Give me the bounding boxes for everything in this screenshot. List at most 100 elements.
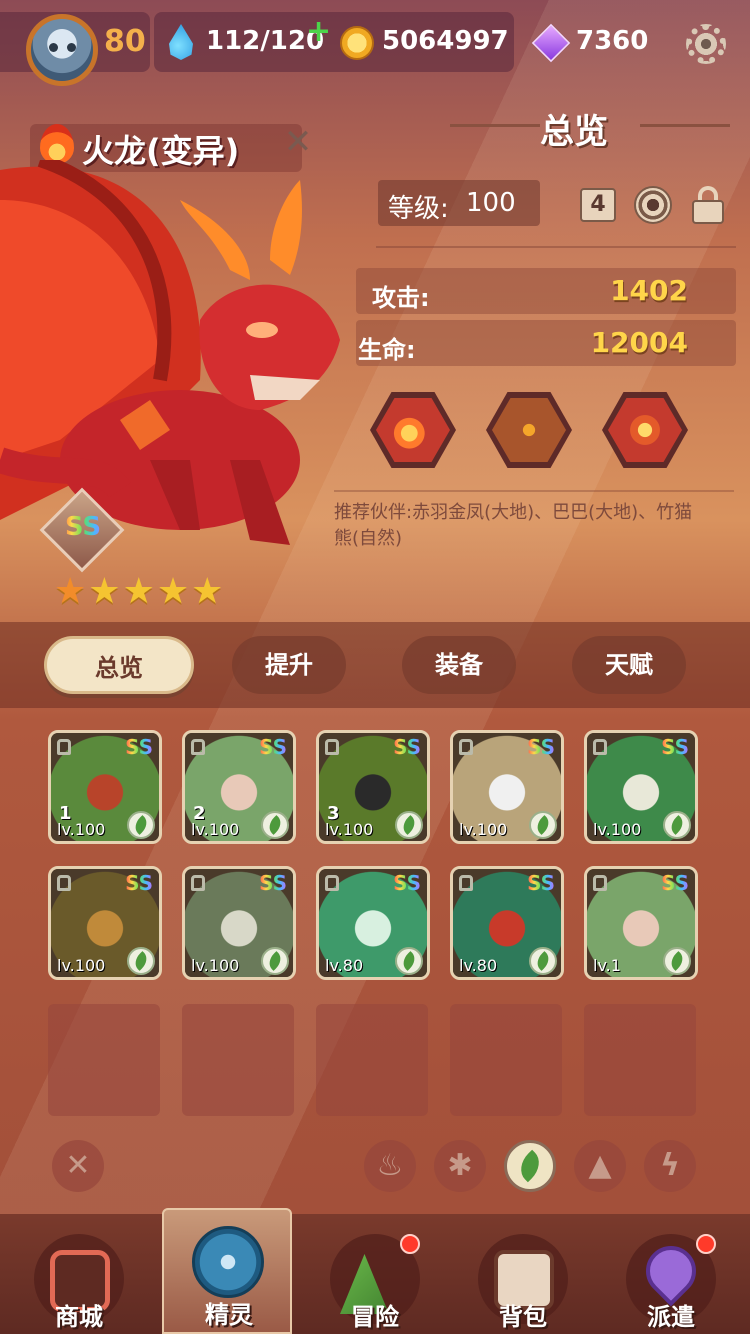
rank-text: SS bbox=[259, 871, 287, 895]
nature-element-icon bbox=[395, 811, 423, 839]
spirit-card[interactable]: SS lv.100 bbox=[584, 730, 698, 844]
nature-element-icon bbox=[127, 947, 155, 975]
empty-spirit-slot[interactable] bbox=[584, 1004, 696, 1116]
nature-element-icon bbox=[663, 947, 691, 975]
lock-icon bbox=[459, 739, 473, 755]
title-ornament bbox=[640, 124, 730, 127]
lock-icon bbox=[459, 875, 473, 891]
nav-label: 背包 bbox=[499, 1303, 547, 1331]
nature-element-icon bbox=[529, 947, 557, 975]
rank-text: SS bbox=[60, 512, 106, 542]
nav-label: 派遣 bbox=[647, 1303, 695, 1331]
dragon-eye bbox=[246, 322, 278, 338]
tab-equipment[interactable]: 装备 bbox=[402, 636, 516, 694]
coin-icon bbox=[340, 26, 374, 60]
rank-text: SS bbox=[393, 871, 421, 895]
close-icon[interactable]: ✕ bbox=[282, 125, 314, 159]
lock-icon bbox=[593, 739, 607, 755]
spirit-icon bbox=[192, 1226, 264, 1298]
hp-value: 12004 bbox=[590, 326, 688, 359]
spirit-card[interactable]: SS 2 lv.100 bbox=[182, 730, 296, 844]
attack-label: 攻击: bbox=[372, 284, 430, 312]
rank-text: SS bbox=[125, 735, 153, 759]
tab-overview[interactable]: 总览 bbox=[44, 636, 194, 694]
nav-shop[interactable]: 商城 bbox=[14, 1214, 144, 1334]
add-energy-icon[interactable]: + bbox=[306, 14, 331, 49]
spirit-level: lv.1 bbox=[593, 956, 621, 975]
level-value: 100 bbox=[466, 188, 516, 218]
spirit-card[interactable]: SS lv.80 bbox=[450, 866, 564, 980]
nature-element-icon bbox=[261, 811, 289, 839]
spirit-card[interactable]: SS 1 lv.100 bbox=[48, 730, 162, 844]
divider bbox=[376, 246, 736, 248]
fire-element-icon[interactable]: ♨ bbox=[364, 1140, 416, 1192]
spirit-card[interactable]: SS lv.80 bbox=[316, 866, 430, 980]
recommended-partners: 推荐伙伴:赤羽金凤(大地)、巴巴(大地)、竹猫熊(自然) bbox=[334, 502, 693, 549]
nav-label: 冒险 bbox=[351, 1303, 399, 1331]
star-rating: ★ ★ ★ ★ ★ bbox=[54, 574, 223, 610]
fire-element-icon bbox=[40, 124, 74, 164]
nav-backpack[interactable]: 背包 bbox=[458, 1214, 588, 1334]
settings-gear-icon[interactable] bbox=[686, 24, 726, 64]
rank-text: SS bbox=[259, 735, 287, 759]
spirit-card[interactable]: SS lv.100 bbox=[48, 866, 162, 980]
empty-spirit-slot[interactable] bbox=[48, 1004, 160, 1116]
lock-icon bbox=[325, 875, 339, 891]
skill-inner bbox=[608, 398, 682, 462]
skill-inner bbox=[376, 398, 450, 462]
notification-dot bbox=[400, 1234, 420, 1254]
lock-icon bbox=[191, 739, 205, 755]
spirit-card[interactable]: SS lv.1 bbox=[584, 866, 698, 980]
nav-adventure[interactable]: 冒险 bbox=[310, 1214, 440, 1334]
slot-number-badge[interactable]: 4 bbox=[580, 188, 616, 222]
lock-body bbox=[692, 200, 724, 224]
rank-text: SS bbox=[661, 735, 689, 759]
lock-icon bbox=[593, 875, 607, 891]
skill-inner bbox=[492, 398, 566, 462]
player-avatar[interactable] bbox=[26, 14, 98, 86]
lock-icon bbox=[191, 875, 205, 891]
rank-text: SS bbox=[393, 735, 421, 759]
spirit-card[interactable]: SS lv.100 bbox=[182, 866, 296, 980]
lock-icon bbox=[57, 739, 71, 755]
spirit-level: lv.100 bbox=[57, 956, 106, 975]
star-icon: ★ bbox=[156, 571, 190, 612]
star-icon: ★ bbox=[88, 571, 121, 612]
thunder-element-icon[interactable]: ϟ bbox=[644, 1140, 696, 1192]
nav-dispatch[interactable]: 派遣 bbox=[606, 1214, 736, 1334]
nature-element-icon bbox=[127, 811, 155, 839]
title-ornament bbox=[450, 124, 540, 127]
empty-spirit-slot[interactable] bbox=[316, 1004, 428, 1116]
star-icon: ★ bbox=[191, 571, 224, 612]
player-level: 80 bbox=[104, 24, 146, 59]
wind-element-icon[interactable]: ✱ bbox=[434, 1140, 486, 1192]
target-icon[interactable] bbox=[634, 186, 672, 224]
gem-value: 7360 bbox=[576, 26, 649, 56]
lock-icon bbox=[57, 875, 71, 891]
nature-element-icon bbox=[261, 947, 289, 975]
notification-dot bbox=[696, 1234, 716, 1254]
empty-spirit-slot[interactable] bbox=[450, 1004, 562, 1116]
spirit-level: lv.100 bbox=[325, 820, 374, 839]
nature-element-icon bbox=[395, 947, 423, 975]
resource-bar: 80 112/120 + 5064997 7360 bbox=[0, 0, 750, 86]
lock-icon[interactable] bbox=[690, 186, 726, 224]
clear-filter-icon[interactable]: ✕ bbox=[52, 1140, 104, 1192]
dragon-horn bbox=[270, 180, 302, 275]
dragon-horn bbox=[180, 200, 250, 280]
nature-element-icon bbox=[529, 811, 557, 839]
tab-talent[interactable]: 天赋 bbox=[572, 636, 686, 694]
spirit-level: lv.80 bbox=[325, 956, 364, 975]
spirit-card[interactable]: SS lv.100 bbox=[450, 730, 564, 844]
rank-text: SS bbox=[527, 871, 555, 895]
earth-element-icon[interactable]: ▲ bbox=[574, 1140, 626, 1192]
spirit-level: lv.100 bbox=[459, 820, 508, 839]
nature-element-icon[interactable] bbox=[504, 1140, 556, 1192]
nav-spirit[interactable]: 精灵 bbox=[162, 1208, 292, 1334]
star-icon: ★ bbox=[122, 571, 155, 612]
empty-spirit-slot[interactable] bbox=[182, 1004, 294, 1116]
gem-icon bbox=[531, 23, 571, 63]
leaf-glyph bbox=[513, 1149, 547, 1183]
spirit-card[interactable]: SS 3 lv.100 bbox=[316, 730, 430, 844]
tab-upgrade[interactable]: 提升 bbox=[232, 636, 346, 694]
